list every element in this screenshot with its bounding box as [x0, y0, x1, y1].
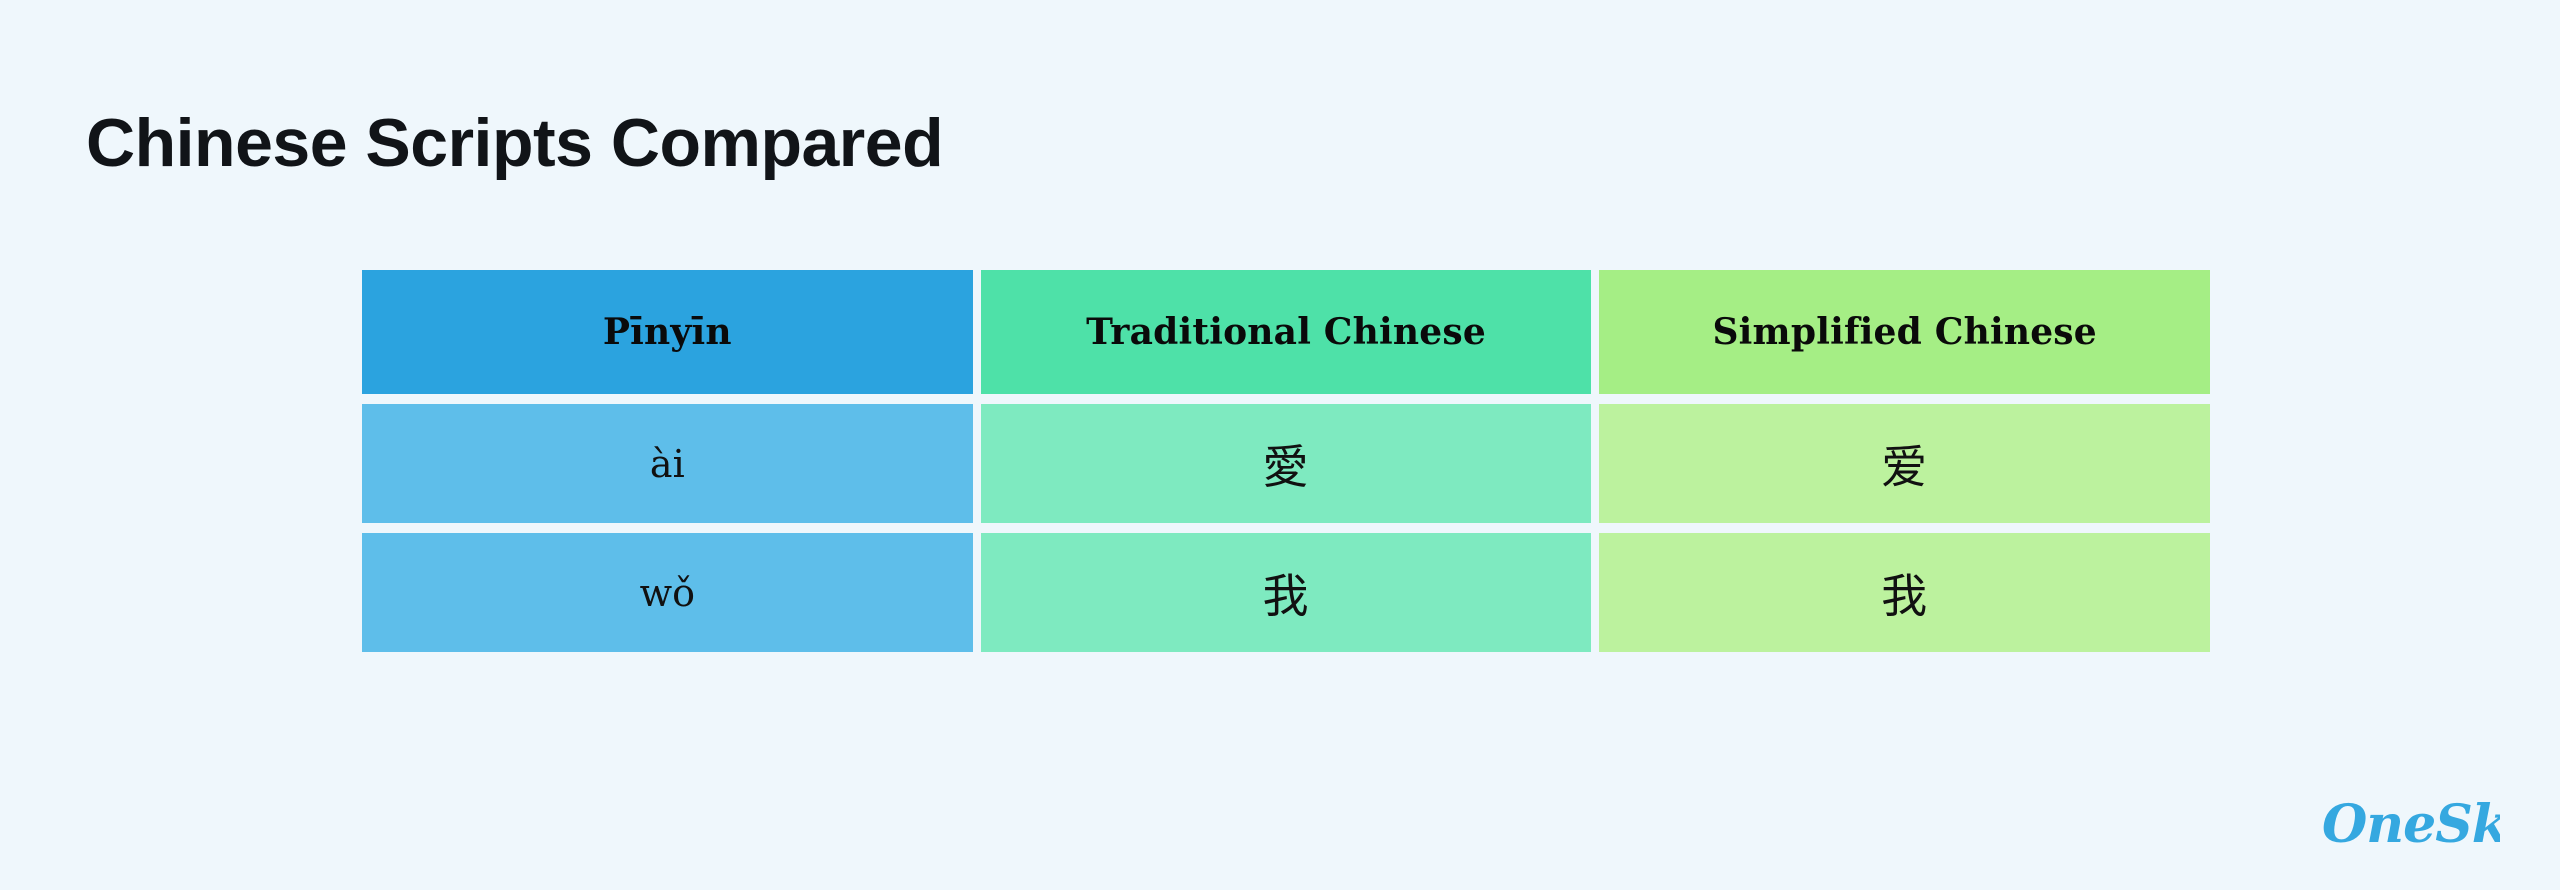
slide-canvas: Chinese Scripts Compared Pīnyīn Traditio… [0, 0, 2560, 890]
cell-traditional: 愛 [980, 404, 1592, 523]
table-row: ài 愛 爱 [362, 404, 2211, 523]
onesky-logo: OneSky [2320, 790, 2500, 862]
cell-pinyin: wǒ [362, 533, 973, 652]
page-title: Chinese Scripts Compared [86, 104, 944, 181]
cell-simplified: 我 [1599, 533, 2211, 652]
table-header-row: Pīnyīn Traditional Chinese Simplified Ch… [362, 270, 2211, 394]
table-row: wǒ 我 我 [362, 533, 2211, 652]
cell-simplified: 爱 [1599, 404, 2211, 523]
column-header-simplified-chinese: Simplified Chinese [1599, 270, 2211, 394]
onesky-logo-text: OneSky [2322, 794, 2500, 855]
comparison-table: Pīnyīn Traditional Chinese Simplified Ch… [362, 270, 2211, 652]
cell-traditional: 我 [980, 533, 1592, 652]
column-header-pinyin: Pīnyīn [362, 270, 973, 394]
cell-pinyin: ài [362, 404, 973, 523]
column-header-traditional-chinese: Traditional Chinese [980, 270, 1592, 394]
